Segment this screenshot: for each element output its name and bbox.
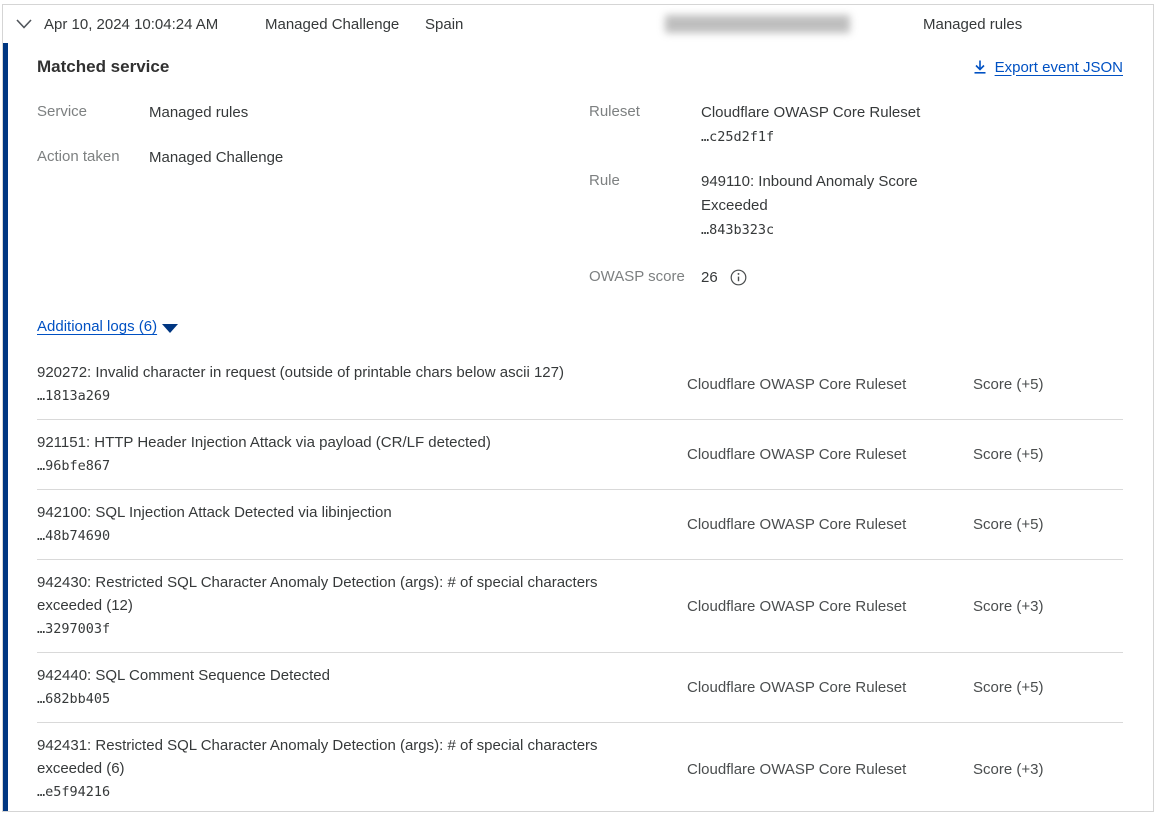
- log-description: 920272: Invalid character in request (ou…: [37, 361, 637, 384]
- log-ruleset: Cloudflare OWASP Core Ruleset: [637, 598, 973, 615]
- log-score: Score (+5): [973, 446, 1123, 463]
- action-taken-field: Action taken Managed Challenge: [37, 146, 589, 170]
- action-taken-label: Action taken: [37, 146, 149, 170]
- event-detail-panel: Matched service Export event JSON Servic…: [3, 43, 1153, 812]
- additional-logs-toggle[interactable]: Additional logs (6): [37, 318, 178, 335]
- log-id-hash: …3297003f: [37, 617, 637, 641]
- redacted-host-text: [665, 15, 850, 33]
- log-description: 942430: Restricted SQL Character Anomaly…: [37, 571, 637, 617]
- service-value: Managed rules: [149, 101, 248, 125]
- log-description: 942440: SQL Comment Sequence Detected: [37, 664, 637, 687]
- log-ruleset: Cloudflare OWASP Core Ruleset: [637, 679, 973, 696]
- log-ruleset: Cloudflare OWASP Core Ruleset: [637, 446, 973, 463]
- log-id-hash: …96bfe867: [37, 454, 637, 478]
- log-row: 942440: SQL Comment Sequence Detected …6…: [37, 653, 1123, 723]
- panel-title: Matched service: [37, 57, 169, 77]
- log-description: 921151: HTTP Header Injection Attack via…: [37, 431, 637, 454]
- log-id-hash: …682bb405: [37, 687, 637, 711]
- info-icon[interactable]: [730, 269, 747, 286]
- additional-logs-label: Additional logs (6): [37, 318, 157, 335]
- collapse-chevron-icon[interactable]: [15, 18, 35, 30]
- log-description: 942431: Restricted SQL Character Anomaly…: [37, 734, 637, 780]
- log-row: 942100: SQL Injection Attack Detected vi…: [37, 490, 1123, 560]
- log-row: 942430: Restricted SQL Character Anomaly…: [37, 560, 1123, 653]
- event-country: Spain: [425, 16, 665, 33]
- triangle-down-icon: [162, 324, 178, 333]
- log-row: 942431: Restricted SQL Character Anomaly…: [37, 723, 1123, 812]
- rule-label: Rule: [589, 170, 701, 242]
- export-link-label: Export event JSON: [995, 59, 1123, 76]
- log-score: Score (+5): [973, 376, 1123, 393]
- log-description: 942100: SQL Injection Attack Detected vi…: [37, 501, 637, 524]
- ruleset-id-hash: …c25d2f1f: [701, 125, 920, 149]
- event-action: Managed Challenge: [265, 16, 425, 33]
- event-service: Managed rules: [923, 16, 1022, 33]
- export-event-json-link[interactable]: Export event JSON: [972, 59, 1123, 76]
- event-row-expanded: Apr 10, 2024 10:04:24 AM Managed Challen…: [2, 4, 1154, 812]
- log-id-hash: …e5f94216: [37, 780, 637, 804]
- event-header-row[interactable]: Apr 10, 2024 10:04:24 AM Managed Challen…: [3, 5, 1153, 43]
- owasp-score-value: 26: [701, 269, 718, 286]
- service-field: Service Managed rules: [37, 101, 589, 125]
- log-row: 921151: HTTP Header Injection Attack via…: [37, 420, 1123, 490]
- download-icon: [972, 59, 988, 75]
- rule-value: 949110: Inbound Anomaly Score Exceeded: [701, 170, 941, 218]
- ruleset-label: Ruleset: [589, 101, 701, 149]
- log-row: 920272: Invalid character in request (ou…: [37, 350, 1123, 420]
- rule-id-hash: …843b323c: [701, 218, 941, 242]
- event-timestamp: Apr 10, 2024 10:04:24 AM: [44, 16, 265, 33]
- rule-field: Rule 949110: Inbound Anomaly Score Excee…: [589, 170, 1123, 242]
- log-score: Score (+3): [973, 761, 1123, 778]
- log-id-hash: …1813a269: [37, 384, 637, 408]
- ruleset-field: Ruleset Cloudflare OWASP Core Ruleset …c…: [589, 101, 1123, 149]
- owasp-score-field: OWASP score 26: [589, 266, 1123, 288]
- log-score: Score (+3): [973, 598, 1123, 615]
- service-label: Service: [37, 101, 149, 125]
- log-ruleset: Cloudflare OWASP Core Ruleset: [637, 516, 973, 533]
- action-taken-value: Managed Challenge: [149, 146, 283, 170]
- log-score: Score (+5): [973, 679, 1123, 696]
- log-id-hash: …48b74690: [37, 524, 637, 548]
- additional-logs-table: 920272: Invalid character in request (ou…: [37, 350, 1123, 812]
- log-ruleset: Cloudflare OWASP Core Ruleset: [637, 761, 973, 778]
- ruleset-value: Cloudflare OWASP Core Ruleset: [701, 101, 920, 125]
- log-score: Score (+5): [973, 516, 1123, 533]
- owasp-score-label: OWASP score: [589, 266, 701, 288]
- log-ruleset: Cloudflare OWASP Core Ruleset: [637, 376, 973, 393]
